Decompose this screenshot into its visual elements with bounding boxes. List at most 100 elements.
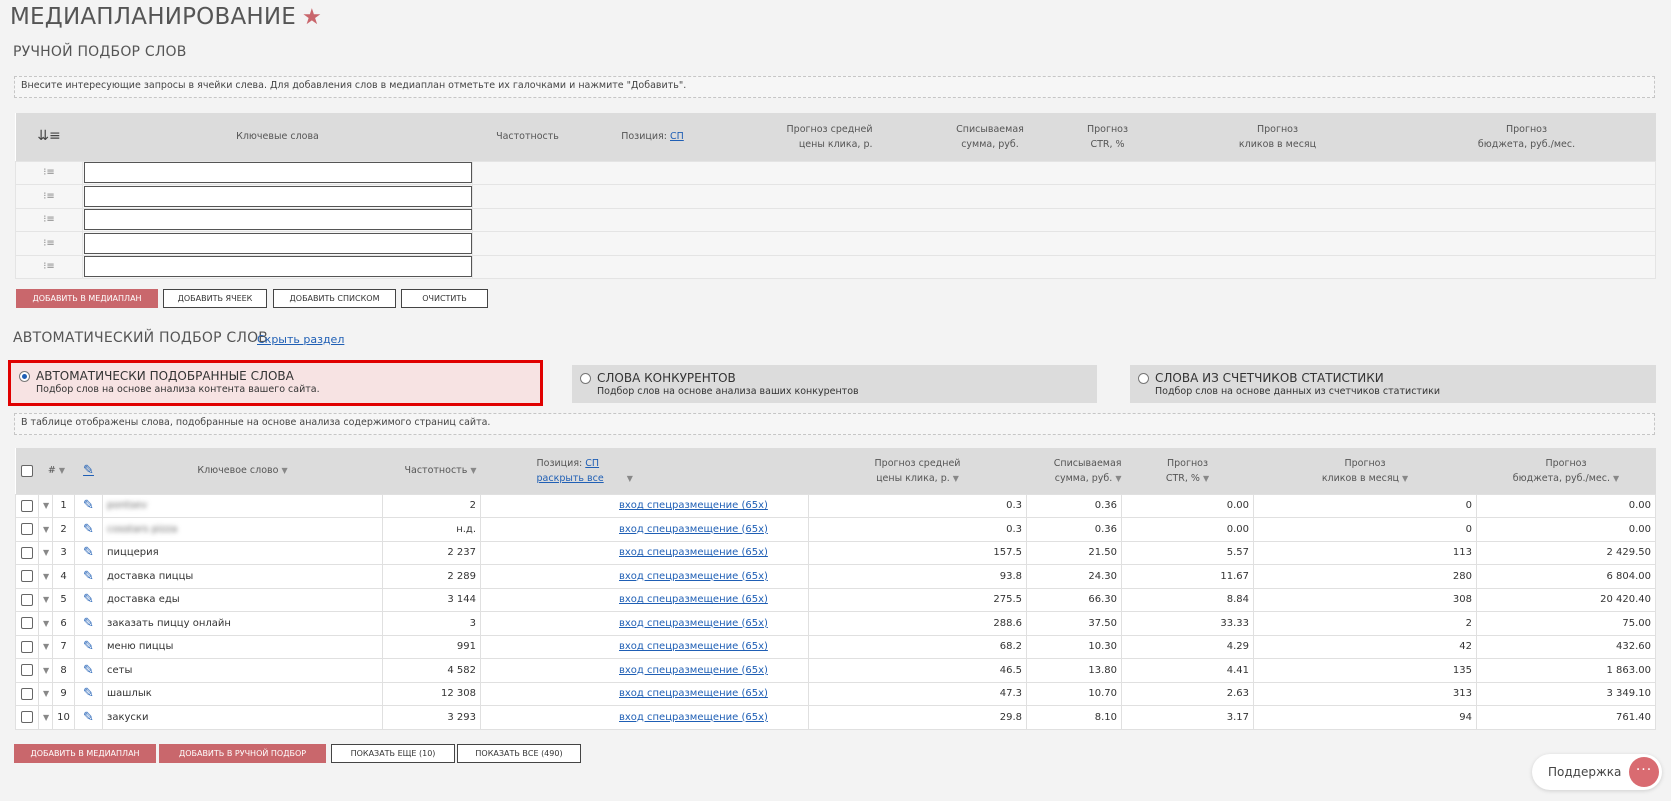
radio-icon[interactable] [1138, 372, 1149, 384]
panel-subtitle: Подбор слов на основе анализа ваших конк… [597, 386, 859, 397]
row-checkbox[interactable] [15, 587, 39, 612]
edit-icon[interactable]: ✎ [74, 658, 103, 683]
row-position-link[interactable]: вход спецразмещение (65x) [619, 665, 768, 676]
row-expand-icon[interactable]: ▼ [38, 587, 53, 612]
row-expand-icon[interactable]: ▼ [38, 493, 53, 518]
select-all-checkbox[interactable] [15, 448, 39, 494]
row-expand-icon[interactable]: ▼ [38, 611, 53, 636]
row-expand-icon[interactable]: ▼ [38, 540, 53, 565]
manual-add-to-mediaplan-button[interactable]: ДОБАВИТЬ В МЕДИАПЛАН [16, 289, 158, 308]
star-icon[interactable]: ★ [302, 5, 322, 30]
row-checkbox[interactable] [15, 540, 39, 565]
row-expand-icon[interactable]: ▼ [38, 658, 53, 683]
row-cpc: 46.5 [808, 658, 1027, 683]
row-position-link[interactable]: вход спецразмещение (65x) [619, 688, 768, 699]
list-icon[interactable]: ⁝≡ [15, 160, 83, 185]
row-keyword: шашлык [102, 681, 383, 706]
row-clicks: 0 [1253, 493, 1477, 518]
header-clicks[interactable]: Прогноз кликов в месяц ▼ [1253, 448, 1477, 494]
panel-title: СЛОВА КОНКУРЕНТОВ [597, 371, 736, 385]
row-position-link[interactable]: вход спецразмещение (65x) [619, 641, 768, 652]
row-budget: 0.00 [1476, 493, 1656, 518]
row-number: 1 [52, 493, 75, 518]
row-position-link[interactable]: вход спецразмещение (65x) [619, 500, 768, 511]
list-icon[interactable]: ⁝≡ [15, 231, 83, 256]
clear-button[interactable]: ОЧИСТИТЬ [401, 289, 488, 308]
keyword-input[interactable] [84, 209, 472, 231]
row-expand-icon[interactable]: ▼ [38, 681, 53, 706]
radio-icon[interactable] [19, 370, 30, 382]
edit-icon[interactable]: ✎ [74, 587, 103, 612]
add-cells-button[interactable]: ДОБАВИТЬ ЯЧЕЕК [163, 289, 267, 308]
add-list-button[interactable]: ДОБАВИТЬ СПИСКОМ [273, 289, 396, 308]
header-num[interactable]: # ▼ [38, 448, 75, 494]
table-row: ▼ 2 ✎ cosstars pizza н.д. вход спецразмещение… [15, 517, 1656, 542]
header-budget[interactable]: Прогноз бюджета, руб./мес. ▼ [1476, 448, 1656, 494]
row-checkbox[interactable] [15, 517, 39, 542]
edit-icon[interactable]: ✎ [74, 493, 103, 518]
row-ctr: 33.33 [1121, 611, 1254, 636]
keyword-input[interactable] [84, 185, 472, 207]
header-cpc[interactable]: Прогноз средней цены клика, р. ▼ [808, 448, 1027, 494]
row-ctr: 4.29 [1121, 634, 1254, 659]
hide-section-link[interactable]: Скрыть раздел [257, 333, 344, 346]
row-charge: 10.30 [1026, 634, 1122, 659]
list-icon[interactable]: ⁝≡ [15, 254, 83, 279]
panel-stats-words[interactable]: СЛОВА ИЗ СЧЕТЧИКОВ СТАТИСТИКИ Подбор сло… [1130, 365, 1656, 403]
row-checkbox[interactable] [15, 705, 39, 730]
header-frequency-text: Частотность [404, 465, 468, 477]
auto-add-to-mediaplan-button[interactable]: ДОБАВИТЬ В МЕДИАПЛАН [14, 744, 156, 763]
row-checkbox[interactable] [15, 564, 39, 589]
row-position-link[interactable]: вход спецразмещение (65x) [619, 524, 768, 535]
list-icon[interactable]: ⁝≡ [15, 184, 83, 209]
header-frequency[interactable]: Частотность ▼ [382, 448, 481, 494]
panel-competitor-words[interactable]: СЛОВА КОНКУРЕНТОВ Подбор слов на основе … [572, 365, 1097, 403]
header-charge[interactable]: Списываемая сумма, руб. ▼ [1026, 448, 1122, 494]
edit-icon[interactable]: ✎ [74, 611, 103, 636]
keyword-input[interactable] [84, 232, 472, 254]
sort-icon[interactable]: ⇊≡ [15, 113, 83, 161]
edit-icon[interactable]: ✎ [74, 705, 103, 730]
header-keyword[interactable]: Ключевое слово ▼ [102, 448, 383, 494]
position-link[interactable]: СП [670, 131, 684, 142]
keyword-input[interactable] [84, 162, 472, 184]
edit-icon[interactable]: ✎ [74, 564, 103, 589]
row-expand-icon[interactable]: ▼ [38, 634, 53, 659]
panel-auto-words[interactable]: АВТОМАТИЧЕСКИ ПОДОБРАННЫЕ СЛОВА Подбор с… [8, 360, 543, 406]
radio-icon[interactable] [580, 372, 591, 384]
header-ctr[interactable]: Прогноз CTR, % ▼ [1121, 448, 1254, 494]
row-expand-icon[interactable]: ▼ [38, 517, 53, 542]
row-checkbox[interactable] [15, 658, 39, 683]
edit-icon[interactable]: ✎ [74, 681, 103, 706]
row-position-link[interactable]: вход спецразмещение (65x) [619, 594, 768, 605]
row-frequency: 4 582 [382, 658, 481, 683]
edit-icon[interactable]: ✎ [74, 634, 103, 659]
list-icon[interactable]: ⁝≡ [15, 207, 83, 232]
keyword-input[interactable] [84, 256, 472, 278]
table-row: ▼ 4 ✎ доставка пиццы 2 289 вход спецразмещени… [15, 564, 1656, 589]
row-checkbox[interactable] [15, 611, 39, 636]
row-charge: 0.36 [1026, 517, 1122, 542]
expand-all-link[interactable]: раскрыть все [537, 473, 604, 484]
row-checkbox[interactable] [15, 681, 39, 706]
position-link[interactable]: СП [585, 458, 599, 469]
edit-icon[interactable]: ✎ [74, 540, 103, 565]
row-clicks: 2 [1253, 611, 1477, 636]
add-to-manual-button[interactable]: ДОБАВИТЬ В РУЧНОЙ ПОДБОР [159, 744, 326, 763]
row-position-link[interactable]: вход спецразмещение (65x) [619, 547, 768, 558]
edit-icon[interactable]: ✎ [74, 517, 103, 542]
row-checkbox[interactable] [15, 634, 39, 659]
row-expand-icon[interactable]: ▼ [38, 564, 53, 589]
row-position-link[interactable]: вход спецразмещение (65x) [619, 571, 768, 582]
row-expand-icon[interactable]: ▼ [38, 705, 53, 730]
row-checkbox[interactable] [15, 493, 39, 518]
row-charge: 66.30 [1026, 587, 1122, 612]
more-icon[interactable]: ··· [1629, 757, 1659, 787]
support-widget[interactable]: Поддержка ··· [1532, 754, 1662, 790]
row-position-link[interactable]: вход спецразмещение (65x) [619, 712, 768, 723]
row-number: 8 [52, 658, 75, 683]
show-all-button[interactable]: ПОКАЗАТЬ ВСЕ (490) [457, 744, 581, 763]
show-more-button[interactable]: ПОКАЗАТЬ ЕЩЕ (10) [331, 744, 455, 763]
manual-row: ⁝≡ [15, 231, 1656, 256]
row-position-link[interactable]: вход спецразмещение (65x) [619, 618, 768, 629]
